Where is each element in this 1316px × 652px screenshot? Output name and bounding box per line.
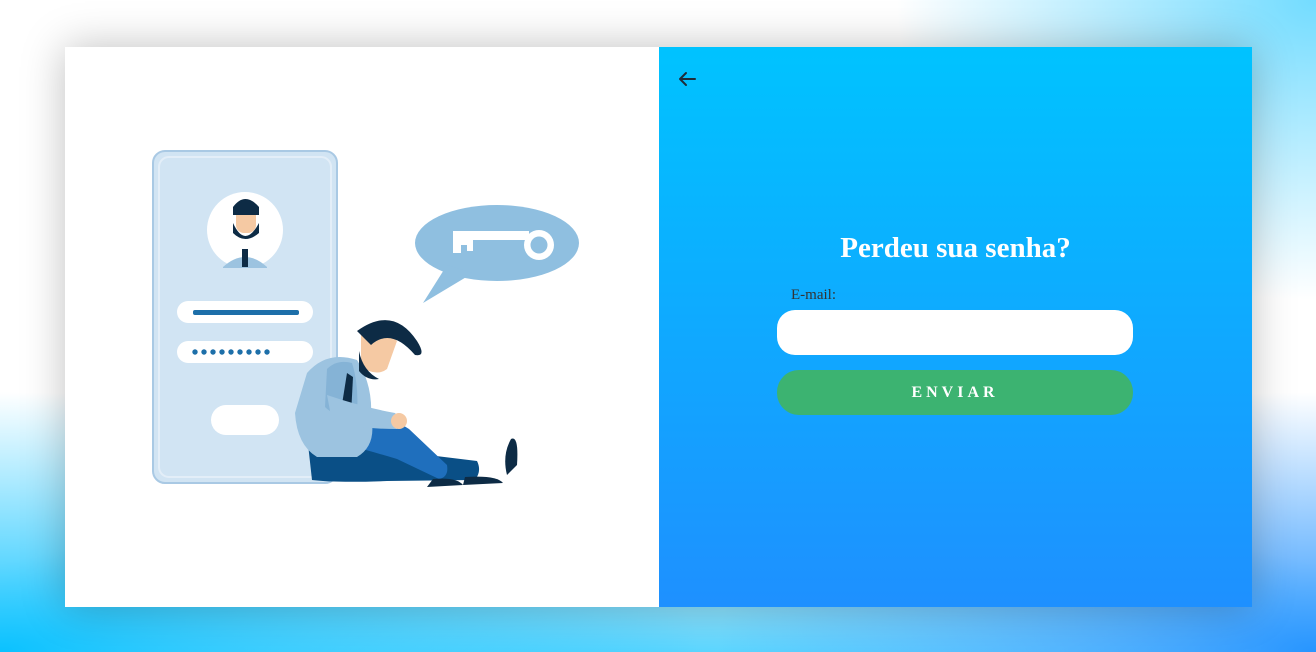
back-button[interactable] [675, 67, 699, 91]
forgot-password-illustration [152, 150, 579, 487]
page-title: Perdeu sua senha? [840, 232, 1071, 264]
send-button[interactable]: ENVIAR [777, 370, 1133, 415]
reset-form-panel: Perdeu sua senha? E-mail: ENVIAR [659, 47, 1252, 607]
email-label: E-mail: [791, 287, 836, 303]
email-field[interactable] [777, 310, 1133, 355]
illustration-panel [65, 47, 659, 607]
forgot-password-card: Perdeu sua senha? E-mail: ENVIAR [65, 47, 1252, 607]
arrow-left-icon [679, 72, 696, 86]
